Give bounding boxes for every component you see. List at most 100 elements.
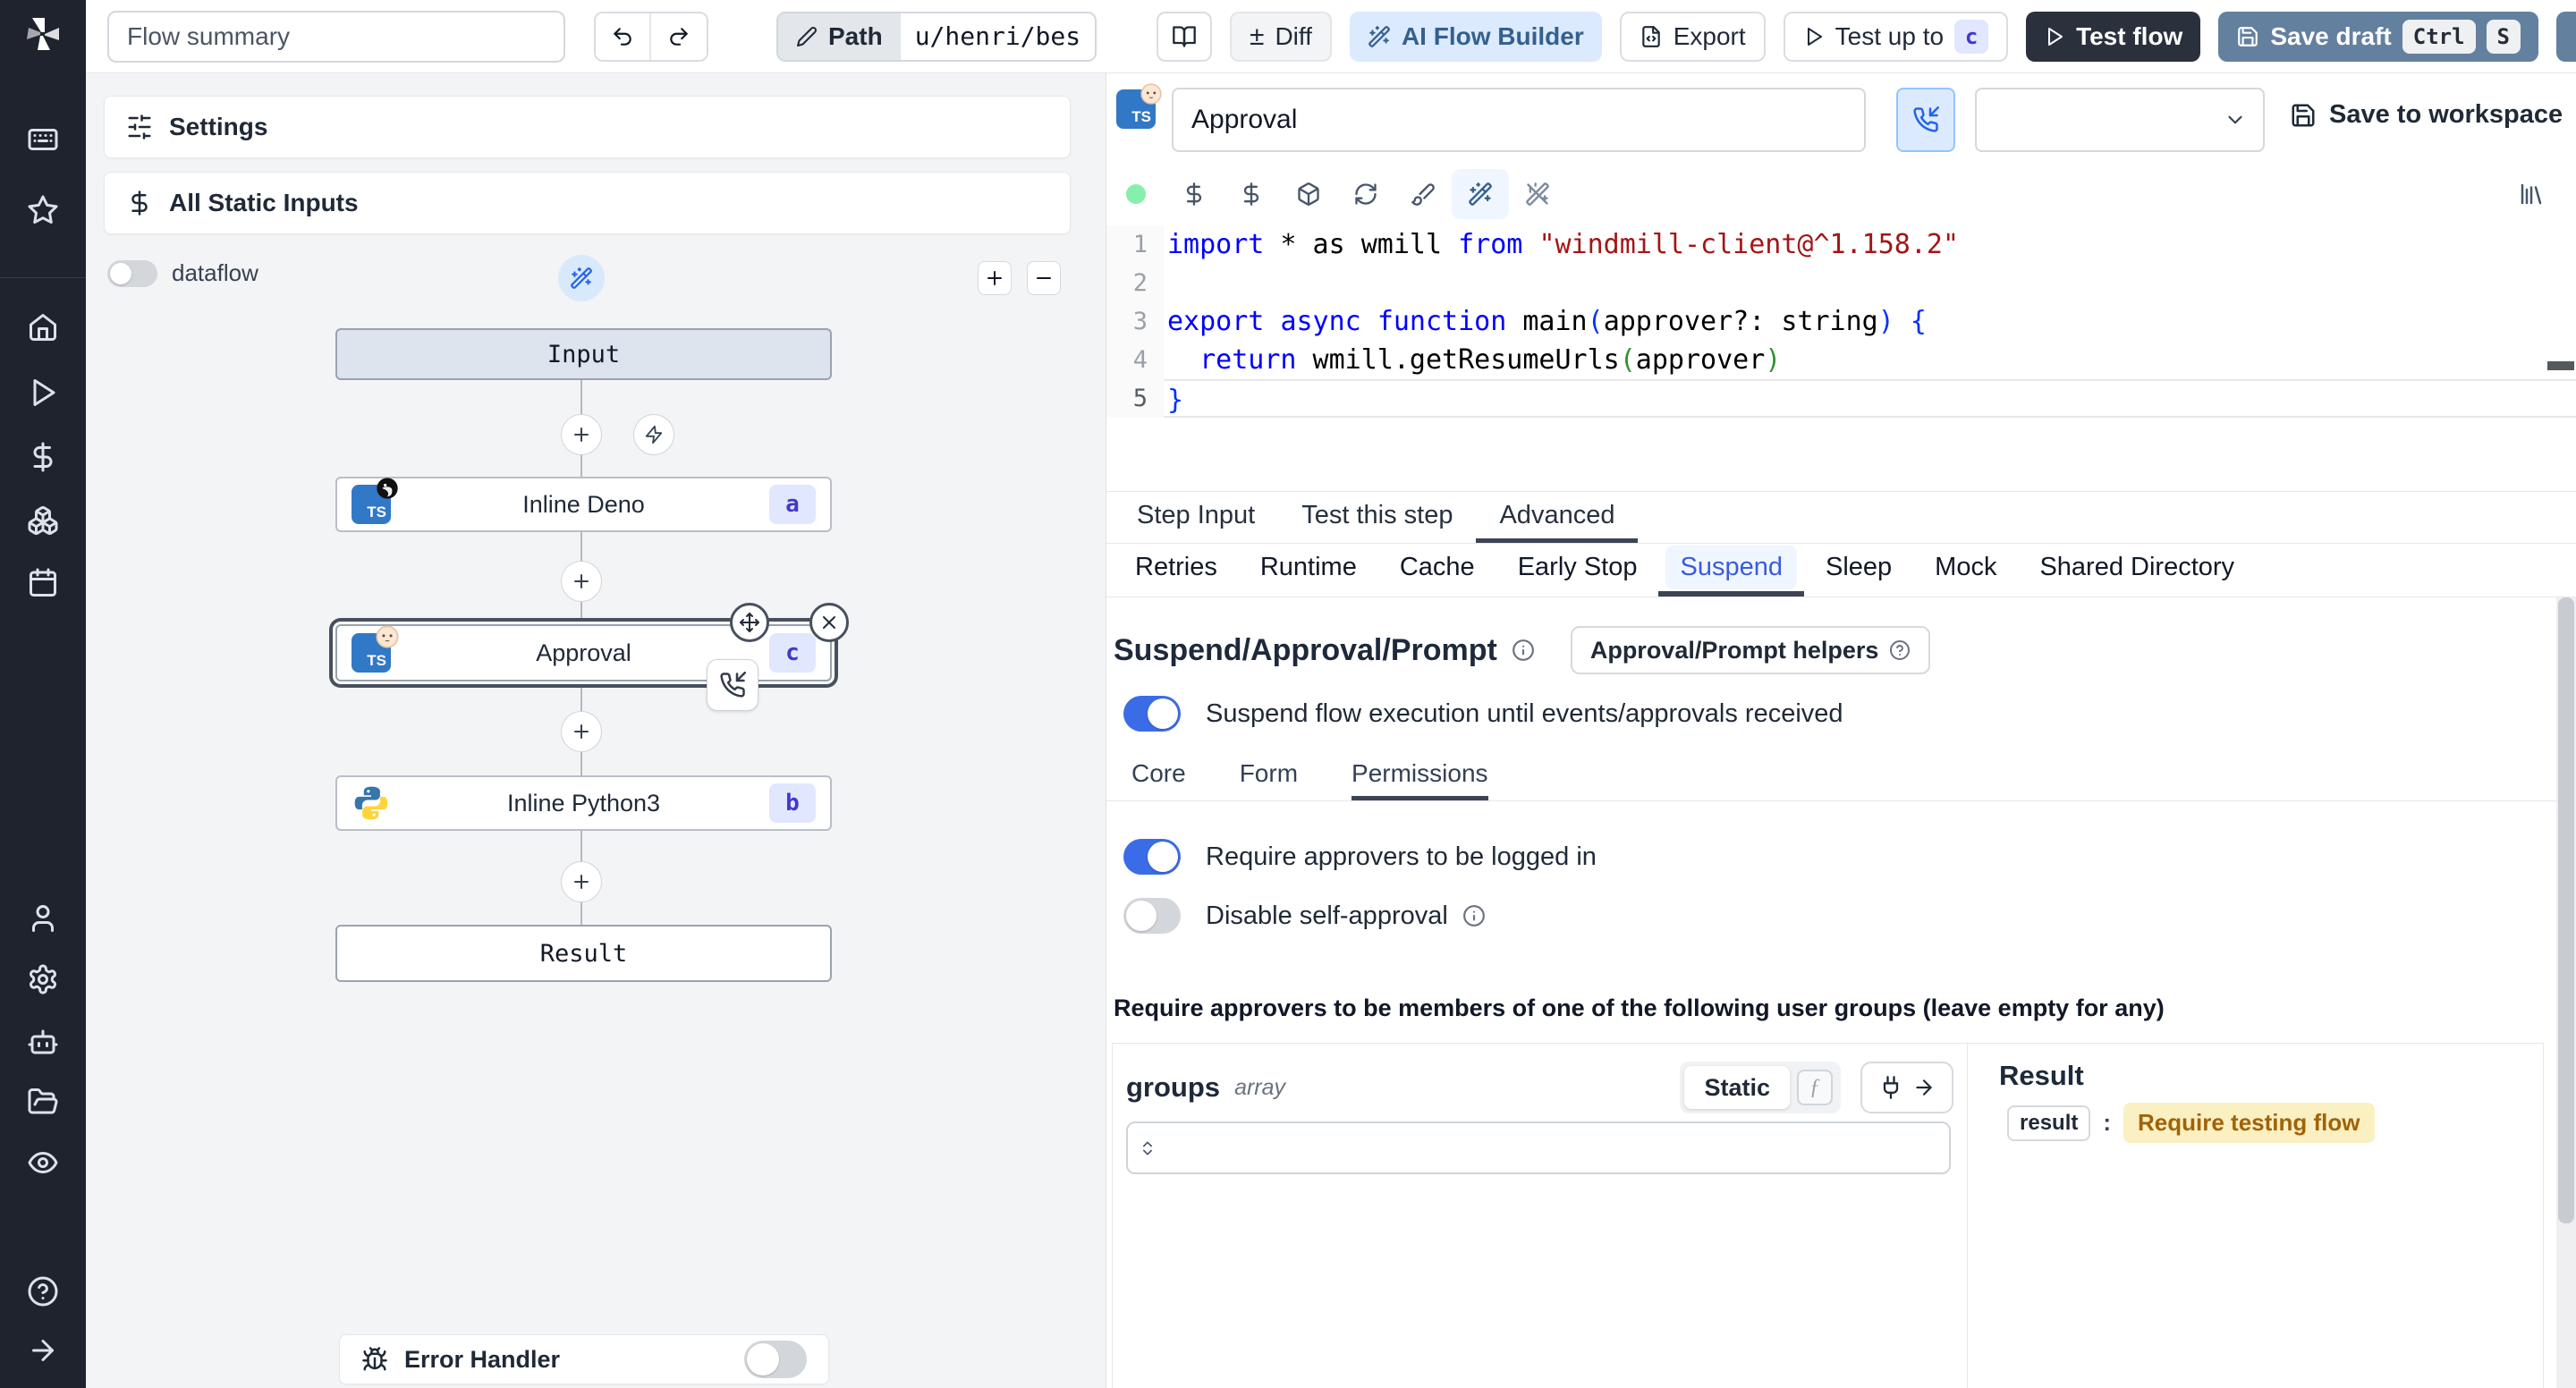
- connect-input-button[interactable]: [1860, 1062, 1953, 1113]
- save-draft-button[interactable]: Save draft Ctrl S: [2218, 11, 2538, 62]
- ai-flow-builder-button[interactable]: AI Flow Builder: [1349, 11, 1602, 62]
- inline-deno-node[interactable]: TS Inline Deno a: [335, 477, 832, 532]
- input-node[interactable]: Input: [335, 328, 832, 380]
- inline-python3-node[interactable]: Inline Python3 b: [335, 775, 832, 831]
- scrollbar-thumb[interactable]: [2558, 597, 2574, 1223]
- redo-button[interactable]: [651, 13, 707, 60]
- windmill-logo[interactable]: [21, 13, 64, 55]
- plug-icon: [1878, 1075, 1903, 1100]
- sidebar-item-home-icon[interactable]: [27, 311, 59, 343]
- undo-button[interactable]: [596, 13, 651, 60]
- info-icon[interactable]: [1512, 639, 1535, 662]
- all-static-inputs-row[interactable]: All Static Inputs: [104, 172, 1071, 234]
- add-step-button-2[interactable]: [561, 561, 602, 602]
- zoom-in-button[interactable]: [978, 261, 1012, 295]
- approval-phone-incoming-badge[interactable]: [707, 659, 758, 711]
- path-button[interactable]: Path: [778, 13, 901, 60]
- add-step-button-4[interactable]: [561, 861, 602, 902]
- result-key-chip[interactable]: result: [2007, 1104, 2091, 1141]
- dollar-icon: [126, 190, 153, 216]
- script-version-select[interactable]: [1975, 88, 2265, 152]
- add-trigger-button[interactable]: [633, 414, 674, 455]
- sidebar-item-resources-icon[interactable]: [27, 504, 59, 537]
- tab-step-input[interactable]: Step Input: [1114, 492, 1278, 543]
- test-flow-button[interactable]: Test flow: [2026, 11, 2201, 62]
- tab-form[interactable]: Form: [1240, 751, 1298, 801]
- save-to-workspace-button[interactable]: Save to workspace: [2290, 100, 2563, 130]
- approval-phone-button[interactable]: [1896, 88, 1955, 152]
- diff-button[interactable]: ± Diff: [1229, 11, 1332, 62]
- ai-assist-wand-icon[interactable]: [1452, 169, 1509, 219]
- help-icon[interactable]: [27, 1275, 59, 1308]
- zoom-out-button[interactable]: [1027, 261, 1061, 295]
- tab-core[interactable]: Core: [1131, 751, 1186, 801]
- subtab-runtime[interactable]: Runtime: [1239, 544, 1378, 597]
- deploy-button-partial[interactable]: [2556, 11, 2576, 62]
- require-logged-in-toggle[interactable]: [1123, 839, 1181, 875]
- subtab-mock[interactable]: Mock: [1913, 544, 2018, 597]
- ai-disable-wand-icon[interactable]: [1509, 169, 1566, 219]
- ai-graph-wand-button[interactable]: [558, 255, 605, 301]
- chevron-down-icon: [2224, 108, 2247, 131]
- sidebar-item-workers-icon[interactable]: [27, 1026, 59, 1058]
- subtab-sleep[interactable]: Sleep: [1804, 544, 1913, 597]
- export-button[interactable]: Export: [1619, 11, 1766, 62]
- error-handler-row[interactable]: Error Handler: [339, 1334, 829, 1384]
- tab-advanced[interactable]: Advanced: [1476, 492, 1639, 543]
- panel-scrollbar[interactable]: [2556, 597, 2576, 1388]
- sidebar-item-runs-icon[interactable]: [27, 377, 59, 409]
- tab-permissions[interactable]: Permissions: [1352, 751, 1488, 801]
- subtab-cache[interactable]: Cache: [1378, 544, 1496, 597]
- docs-button[interactable]: [1156, 11, 1212, 62]
- close-icon: [818, 612, 840, 633]
- move-node-button[interactable]: [730, 603, 769, 642]
- subtab-shared-directory[interactable]: Shared Directory: [2018, 544, 2256, 597]
- delete-node-button[interactable]: [809, 603, 849, 642]
- approval-prompt-helpers-button[interactable]: Approval/Prompt helpers: [1570, 626, 1931, 674]
- error-handler-toggle[interactable]: [744, 1341, 807, 1378]
- path-value[interactable]: u/henri/bes: [900, 13, 1096, 60]
- step-name-input[interactable]: [1172, 88, 1866, 152]
- subtab-suspend[interactable]: Suspend: [1658, 544, 1804, 597]
- variables-dollar-icon[interactable]: [1165, 169, 1223, 219]
- sidebar-item-variables-icon[interactable]: [27, 441, 59, 473]
- sidebar-item-users-icon[interactable]: [27, 902, 59, 935]
- favorites-star-icon[interactable]: [27, 194, 59, 226]
- code-line[interactable]: 5}: [1106, 379, 2576, 418]
- reload-icon[interactable]: [1337, 169, 1394, 219]
- package-icon[interactable]: [1280, 169, 1337, 219]
- expand-sidebar-icon[interactable]: [27, 1334, 59, 1367]
- add-step-button-3[interactable]: [561, 711, 602, 752]
- flow-summary-input[interactable]: [107, 10, 565, 63]
- code-line[interactable]: 1 import * as wmill from "windmill-client…: [1106, 225, 2576, 264]
- code-line[interactable]: 4 return wmill.getResumeUrls(approver): [1106, 341, 2576, 379]
- subtab-retries[interactable]: Retries: [1114, 544, 1239, 597]
- flow-settings-row[interactable]: Settings: [104, 96, 1071, 158]
- groups-field-name: groups: [1126, 1071, 1221, 1103]
- sidebar-item-folders-icon[interactable]: [27, 1086, 59, 1118]
- add-step-button-1[interactable]: [561, 414, 602, 455]
- subtab-early-stop[interactable]: Early Stop: [1496, 544, 1659, 597]
- workspace-switcher-icon[interactable]: [27, 123, 59, 156]
- info-icon[interactable]: [1462, 904, 1486, 927]
- disable-self-approval-toggle[interactable]: [1123, 898, 1181, 934]
- code-editor[interactable]: 1 import * as wmill from "windmill-client…: [1106, 220, 2576, 492]
- library-icon[interactable]: [2503, 169, 2560, 219]
- dataflow-toggle[interactable]: [107, 259, 157, 287]
- static-mode-button[interactable]: Static: [1684, 1066, 1790, 1109]
- tab-test-this-step[interactable]: Test this step: [1278, 492, 1476, 543]
- export-file-icon: [1640, 25, 1663, 48]
- sidebar-item-schedules-icon[interactable]: [27, 567, 59, 599]
- groups-result-divider: [1967, 1044, 1968, 1388]
- expression-mode-button[interactable]: ƒ: [1797, 1070, 1833, 1105]
- code-line[interactable]: 2: [1106, 264, 2576, 302]
- suspend-toggle[interactable]: [1123, 696, 1181, 732]
- resources-dollar-icon[interactable]: [1223, 169, 1280, 219]
- code-line[interactable]: 3 export async function main(approver?: s…: [1106, 302, 2576, 341]
- groups-array-input[interactable]: [1126, 1121, 1951, 1174]
- test-up-to-button[interactable]: Test up to c: [1783, 11, 2009, 62]
- format-brush-icon[interactable]: [1394, 169, 1452, 219]
- sidebar-item-settings-icon[interactable]: [27, 963, 59, 995]
- result-node[interactable]: Result: [335, 925, 832, 982]
- sidebar-item-audit-logs-icon[interactable]: [27, 1147, 59, 1179]
